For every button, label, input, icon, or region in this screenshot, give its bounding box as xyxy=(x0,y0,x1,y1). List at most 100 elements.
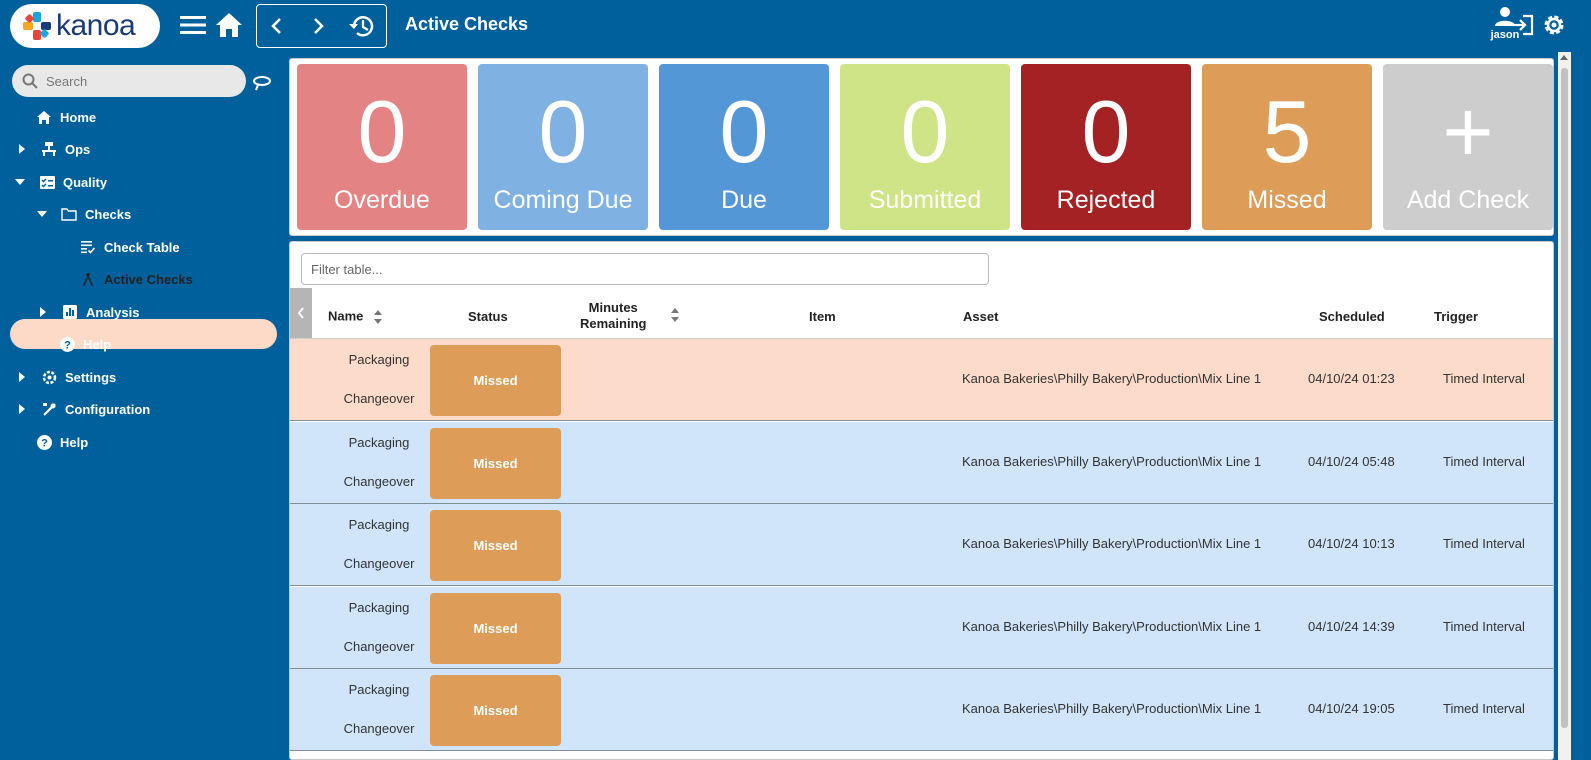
name-line: Packaging xyxy=(348,517,410,532)
sidebar-item-settings[interactable]: Settings xyxy=(17,362,116,392)
sidebar-item-label: Help xyxy=(83,336,112,352)
back-button[interactable] xyxy=(259,9,293,43)
logout-button[interactable] xyxy=(1505,8,1539,42)
tile-label: Overdue xyxy=(334,186,430,214)
help-icon: ? xyxy=(36,434,52,450)
sidebar-item-active-checks[interactable]: Active Checks xyxy=(80,264,193,294)
sidebar-item-label: Active Checks xyxy=(104,271,193,287)
column-header-item[interactable]: Item xyxy=(809,309,836,324)
sidebar-item-label: Home xyxy=(60,109,97,125)
table-row[interactable]: Packaging Changeover Missed Kanoa Bakeri… xyxy=(290,339,1553,421)
list-check-icon xyxy=(80,239,96,255)
column-header-label: Name xyxy=(328,308,364,324)
search-input[interactable] xyxy=(46,73,226,89)
table-row[interactable]: Packaging Changeover Missed Kanoa Bakeri… xyxy=(290,504,1553,586)
home-button[interactable] xyxy=(212,8,246,42)
name-cell: Packaging Changeover xyxy=(310,588,448,666)
tile-due[interactable]: 0 Due xyxy=(659,64,829,230)
tile-count: 0 xyxy=(1081,82,1131,181)
scheduled-cell: 04/10/24 14:39 xyxy=(1308,619,1395,634)
sidebar-item-label: Checks xyxy=(85,206,132,222)
tile-overdue[interactable]: 0 Overdue xyxy=(297,64,467,230)
settings-button[interactable] xyxy=(1537,8,1571,42)
trigger-cell: Timed Interval xyxy=(1443,536,1525,551)
status-badge[interactable]: Missed xyxy=(430,510,561,581)
sidebar-item-help[interactable]: ? Help xyxy=(36,427,88,457)
sidebar-item-ops[interactable]: Ops xyxy=(17,134,90,164)
sidebar-item-quality[interactable]: Quality xyxy=(15,167,107,197)
asset-cell: Kanoa Bakeries\Philly Bakery\Production\… xyxy=(962,536,1262,551)
tile-add-check[interactable]: + Add Check xyxy=(1383,64,1553,230)
column-header-minutes-remaining[interactable]: Minutes Remaining xyxy=(580,300,646,332)
folder-icon xyxy=(61,206,77,222)
tile-label: Add Check xyxy=(1406,186,1530,214)
ops-icon xyxy=(41,141,57,157)
navigation-group xyxy=(256,4,387,48)
name-cell: Packaging Changeover xyxy=(310,423,448,501)
scheduled-cell: 04/10/24 05:48 xyxy=(1308,454,1395,469)
column-header-name[interactable]: Name xyxy=(328,308,383,326)
asset-cell: Kanoa Bakeries\Philly Bakery\Production\… xyxy=(962,619,1262,634)
name-line: Changeover xyxy=(343,556,415,571)
trigger-cell: Timed Interval xyxy=(1443,701,1525,716)
status-badge[interactable]: Missed xyxy=(430,593,561,664)
history-button[interactable] xyxy=(345,9,379,43)
sidebar-item-checks[interactable]: Checks xyxy=(37,199,131,229)
status-badge[interactable]: Missed xyxy=(430,675,561,746)
scroll-thumb[interactable] xyxy=(1561,68,1568,728)
sidebar-search[interactable] xyxy=(12,65,246,97)
hamburger-menu-button[interactable] xyxy=(176,8,210,42)
column-header-scheduled[interactable]: Scheduled xyxy=(1319,309,1385,324)
tile-count: 0 xyxy=(900,82,950,181)
tile-count: 0 xyxy=(538,82,588,181)
sidebar-item-label: Settings xyxy=(65,369,117,385)
collapse-sidebar-button[interactable] xyxy=(252,72,272,92)
tile-count: 0 xyxy=(357,82,407,181)
tools-icon xyxy=(41,401,57,417)
page-scrollbar[interactable] xyxy=(1558,52,1571,760)
name-line: Changeover xyxy=(343,474,415,489)
table-row[interactable]: Packaging Changeover Missed Kanoa Bakeri… xyxy=(290,422,1553,504)
home-icon xyxy=(36,109,52,125)
table-row[interactable]: Packaging Changeover Missed Kanoa Bakeri… xyxy=(290,669,1553,751)
logout-icon xyxy=(1512,14,1534,36)
hamburger-icon xyxy=(180,16,206,34)
tile-coming-due[interactable]: 0 Coming Due xyxy=(478,64,648,230)
name-cell: Packaging Changeover xyxy=(310,340,448,418)
sidebar-item-quality-help[interactable]: ? Help xyxy=(59,329,111,359)
filter-table-input[interactable] xyxy=(301,253,989,285)
chevron-right-icon xyxy=(314,18,324,34)
sort-icon xyxy=(374,310,383,324)
gear-icon xyxy=(41,369,57,385)
caret-down-icon xyxy=(15,177,25,187)
tile-submitted[interactable]: 0 Submitted xyxy=(840,64,1010,230)
tile-missed[interactable]: 5 Missed xyxy=(1202,64,1372,230)
caret-down-icon xyxy=(37,209,47,219)
name-line: Packaging xyxy=(348,682,410,697)
home-icon xyxy=(216,13,242,37)
sidebar-item-home[interactable]: Home xyxy=(36,102,96,132)
name-line: Packaging xyxy=(348,352,410,367)
scheduled-cell: 04/10/24 01:23 xyxy=(1308,371,1395,386)
asset-cell: Kanoa Bakeries\Philly Bakery\Production\… xyxy=(962,701,1262,716)
expand-panel-button[interactable] xyxy=(290,288,312,338)
sort-icon[interactable] xyxy=(670,306,680,324)
tile-count: 0 xyxy=(719,82,769,181)
column-header-status[interactable]: Status xyxy=(468,309,508,324)
sidebar-item-analysis[interactable]: Analysis xyxy=(38,297,139,327)
forward-button[interactable] xyxy=(302,9,336,43)
status-badge[interactable]: Missed xyxy=(430,345,561,416)
sidebar-item-label: Analysis xyxy=(86,304,140,320)
help-icon: ? xyxy=(59,336,75,352)
sidebar-item-check-table[interactable]: Check Table xyxy=(80,232,180,262)
status-badge[interactable]: Missed xyxy=(430,428,561,499)
table-row[interactable]: Packaging Changeover Missed Kanoa Bakeri… xyxy=(290,587,1553,669)
kanoa-logo[interactable]: kanoa xyxy=(10,4,160,48)
name-line: Changeover xyxy=(343,391,415,406)
tile-rejected[interactable]: 0 Rejected xyxy=(1021,64,1191,230)
column-header-asset[interactable]: Asset xyxy=(963,309,998,324)
column-header-trigger[interactable]: Trigger xyxy=(1434,309,1478,324)
scroll-up-arrow-icon[interactable] xyxy=(1560,55,1568,60)
sidebar-item-configuration[interactable]: Configuration xyxy=(17,394,150,424)
analysis-icon xyxy=(62,304,78,320)
